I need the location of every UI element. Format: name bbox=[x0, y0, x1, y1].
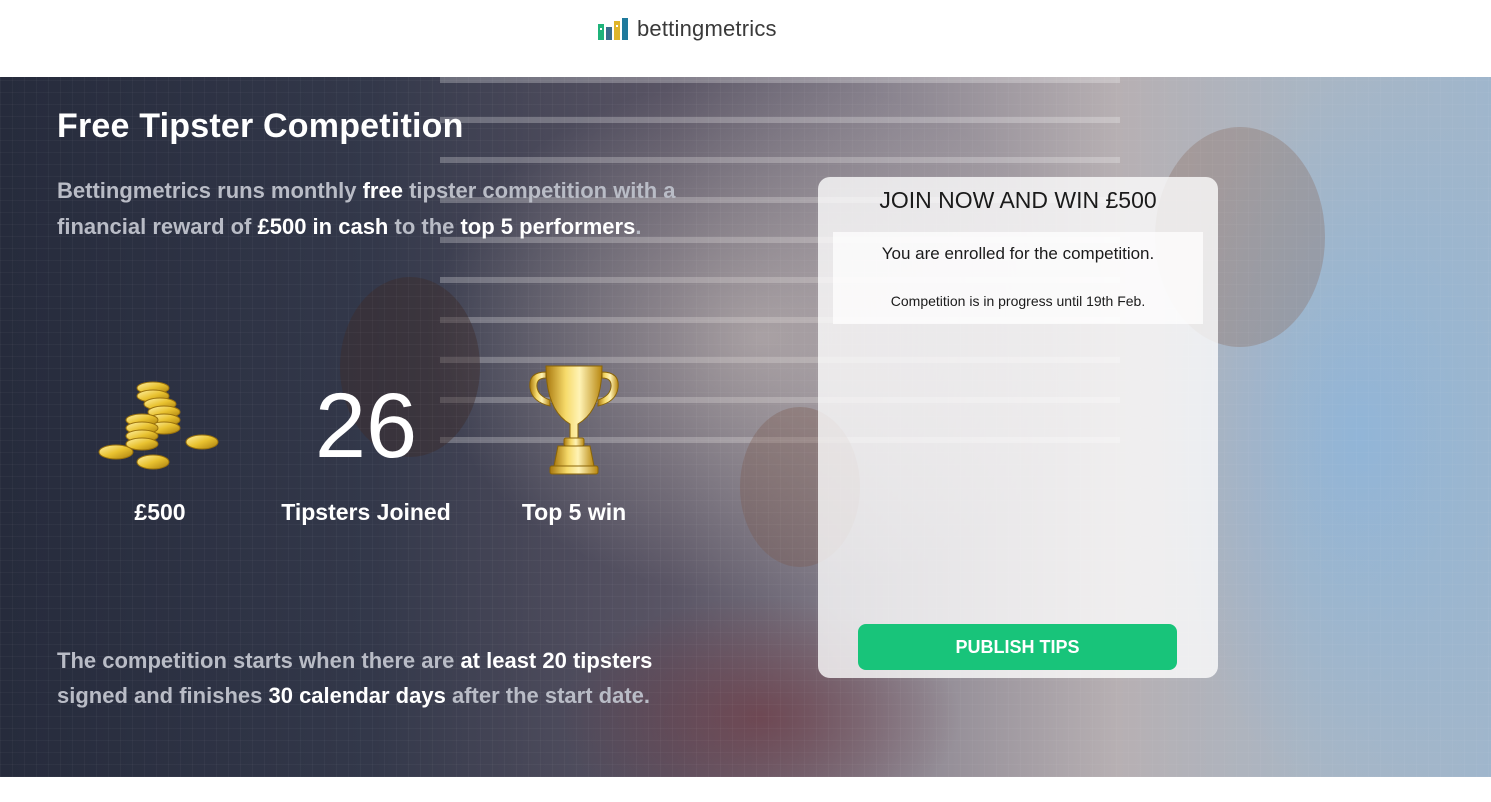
publish-tips-button[interactable]: PUBLISH TIPS bbox=[858, 624, 1177, 670]
desc-text: Bettingmetrics runs monthly bbox=[57, 178, 363, 203]
desc-highlight: free bbox=[362, 178, 403, 203]
prize-label: £500 bbox=[134, 499, 186, 525]
rules-text: The competition starts when there are bbox=[57, 648, 461, 673]
desc-text: . bbox=[635, 214, 642, 239]
coins-icon bbox=[98, 381, 219, 470]
join-competition-card: JOIN NOW AND WIN £500 You are enrolled f… bbox=[818, 177, 1218, 678]
enrollment-status-box: You are enrolled for the competition. Co… bbox=[833, 232, 1203, 324]
hero-section: Free Tipster Competition Bettingmetrics … bbox=[0, 77, 1491, 777]
enrollment-status: You are enrolled for the competition. bbox=[881, 244, 1155, 263]
competition-rules: The competition starts when there are at… bbox=[57, 643, 757, 713]
brand-name: bettingmetrics bbox=[637, 16, 777, 41]
brand-logo[interactable]: bettingmetrics bbox=[598, 16, 777, 42]
competition-progress: Competition is in progress until 19th Fe… bbox=[890, 293, 1146, 309]
desc-highlight: top 5 performers bbox=[460, 214, 636, 239]
trophy-icon bbox=[529, 365, 619, 475]
desc-text: to the bbox=[388, 214, 461, 239]
rules-highlight: at least 20 tipsters bbox=[460, 648, 653, 673]
page-title: Free Tipster Competition bbox=[57, 107, 464, 145]
tipsters-joined-label: Tipsters Joined bbox=[281, 499, 451, 525]
rules-text: after the start date. bbox=[445, 683, 650, 708]
card-title: JOIN NOW AND WIN £500 bbox=[879, 187, 1157, 213]
desc-highlight: £500 in cash bbox=[257, 214, 389, 239]
site-header: bettingmetrics bbox=[0, 0, 1491, 77]
top-winners-label: Top 5 win bbox=[521, 499, 627, 525]
rules-text: signed and finishes bbox=[57, 683, 269, 708]
rules-highlight: 30 calendar days bbox=[268, 683, 446, 708]
tipsters-count: 26 bbox=[314, 375, 418, 477]
competition-description: Bettingmetrics runs monthly free tipster… bbox=[57, 173, 697, 245]
bar-chart-logo-icon bbox=[598, 18, 628, 40]
